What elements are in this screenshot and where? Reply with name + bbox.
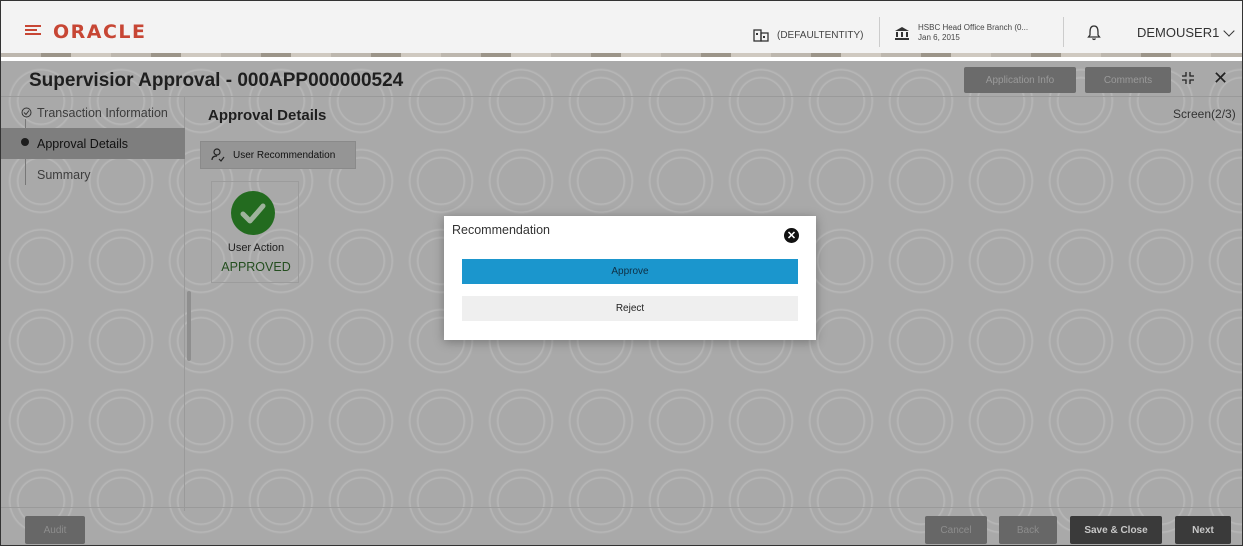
user-action-label: User Action xyxy=(227,242,285,254)
section-title: Approval Details xyxy=(208,107,327,124)
save-close-button[interactable]: Save & Close xyxy=(1070,516,1162,544)
page-title: Supervisior Approval - 000APP000000524 xyxy=(29,70,404,91)
scrollbar[interactable] xyxy=(187,291,191,361)
approved-check-icon xyxy=(231,191,275,235)
user-action-card: User Action APPROVED xyxy=(211,181,299,283)
top-header: ORACLE (DEFAULTENTITY) HSBC Head Office … xyxy=(1,1,1242,57)
header-divider xyxy=(879,17,880,47)
sidebar-item-label: Summary xyxy=(37,167,91,182)
recommendation-dialog: Recommendation ✕ Approve Reject xyxy=(444,216,816,340)
oracle-logo: ORACLE xyxy=(53,21,147,43)
check-circle-icon xyxy=(21,107,32,118)
next-button[interactable]: Next xyxy=(1175,516,1231,544)
page-title-bar: Supervisior Approval - 000APP000000524 A… xyxy=(1,61,1242,97)
user-name: DEMOUSER1 xyxy=(1137,25,1220,40)
sidebar: Transaction Information Approval Details… xyxy=(1,97,185,511)
sidebar-item-summary[interactable]: Summary xyxy=(1,159,185,190)
user-action-status: APPROVED xyxy=(221,260,291,274)
approve-button[interactable]: Approve xyxy=(462,259,798,284)
audit-button[interactable]: Audit xyxy=(25,516,85,544)
building-icon xyxy=(753,29,769,42)
app-window: ORACLE (DEFAULTENTITY) HSBC Head Office … xyxy=(0,0,1243,546)
entity-selector[interactable]: (DEFAULTENTITY) xyxy=(753,28,863,42)
application-info-button[interactable]: Application Info xyxy=(964,67,1076,93)
notification-bell-icon[interactable] xyxy=(1087,25,1101,41)
expand-icon[interactable] xyxy=(1181,71,1195,85)
bank-icon xyxy=(895,27,909,40)
tab-label: User Recommendation xyxy=(233,149,336,161)
chevron-down-icon xyxy=(1223,24,1236,37)
sidebar-item-approval-details[interactable]: Approval Details xyxy=(1,128,185,159)
close-icon[interactable]: ✕ xyxy=(1213,68,1228,89)
comments-button[interactable]: Comments xyxy=(1085,67,1171,93)
current-step-dot-icon xyxy=(21,138,29,146)
entity-label: (DEFAULTENTITY) xyxy=(777,29,864,41)
cancel-button[interactable]: Cancel xyxy=(925,516,987,544)
user-check-icon xyxy=(211,148,225,162)
sidebar-item-transaction-information[interactable]: Transaction Information xyxy=(1,97,185,128)
sidebar-item-label: Approval Details xyxy=(37,136,129,151)
header-divider xyxy=(1063,17,1064,47)
footer-bar: Audit Cancel Back Save & Close Next xyxy=(1,507,1242,545)
reject-button[interactable]: Reject xyxy=(462,296,798,321)
branch-name: HSBC Head Office Branch (0... xyxy=(918,23,1029,32)
branch-selector[interactable]: HSBC Head Office Branch (0... Jan 6, 201… xyxy=(894,23,1028,43)
hamburger-menu-icon[interactable] xyxy=(25,25,41,35)
dialog-close-icon[interactable]: ✕ xyxy=(784,228,799,243)
sidebar-item-label: Transaction Information xyxy=(37,105,168,120)
back-button[interactable]: Back xyxy=(999,516,1057,544)
branch-date: Jan 6, 2015 xyxy=(918,33,960,42)
header-decorative-strip xyxy=(1,53,1242,57)
user-recommendation-tab[interactable]: User Recommendation xyxy=(200,141,356,169)
user-menu[interactable]: DEMOUSER1 xyxy=(1137,24,1236,40)
screen-counter: Screen(2/3) xyxy=(1173,107,1236,121)
dialog-title: Recommendation xyxy=(452,223,550,237)
